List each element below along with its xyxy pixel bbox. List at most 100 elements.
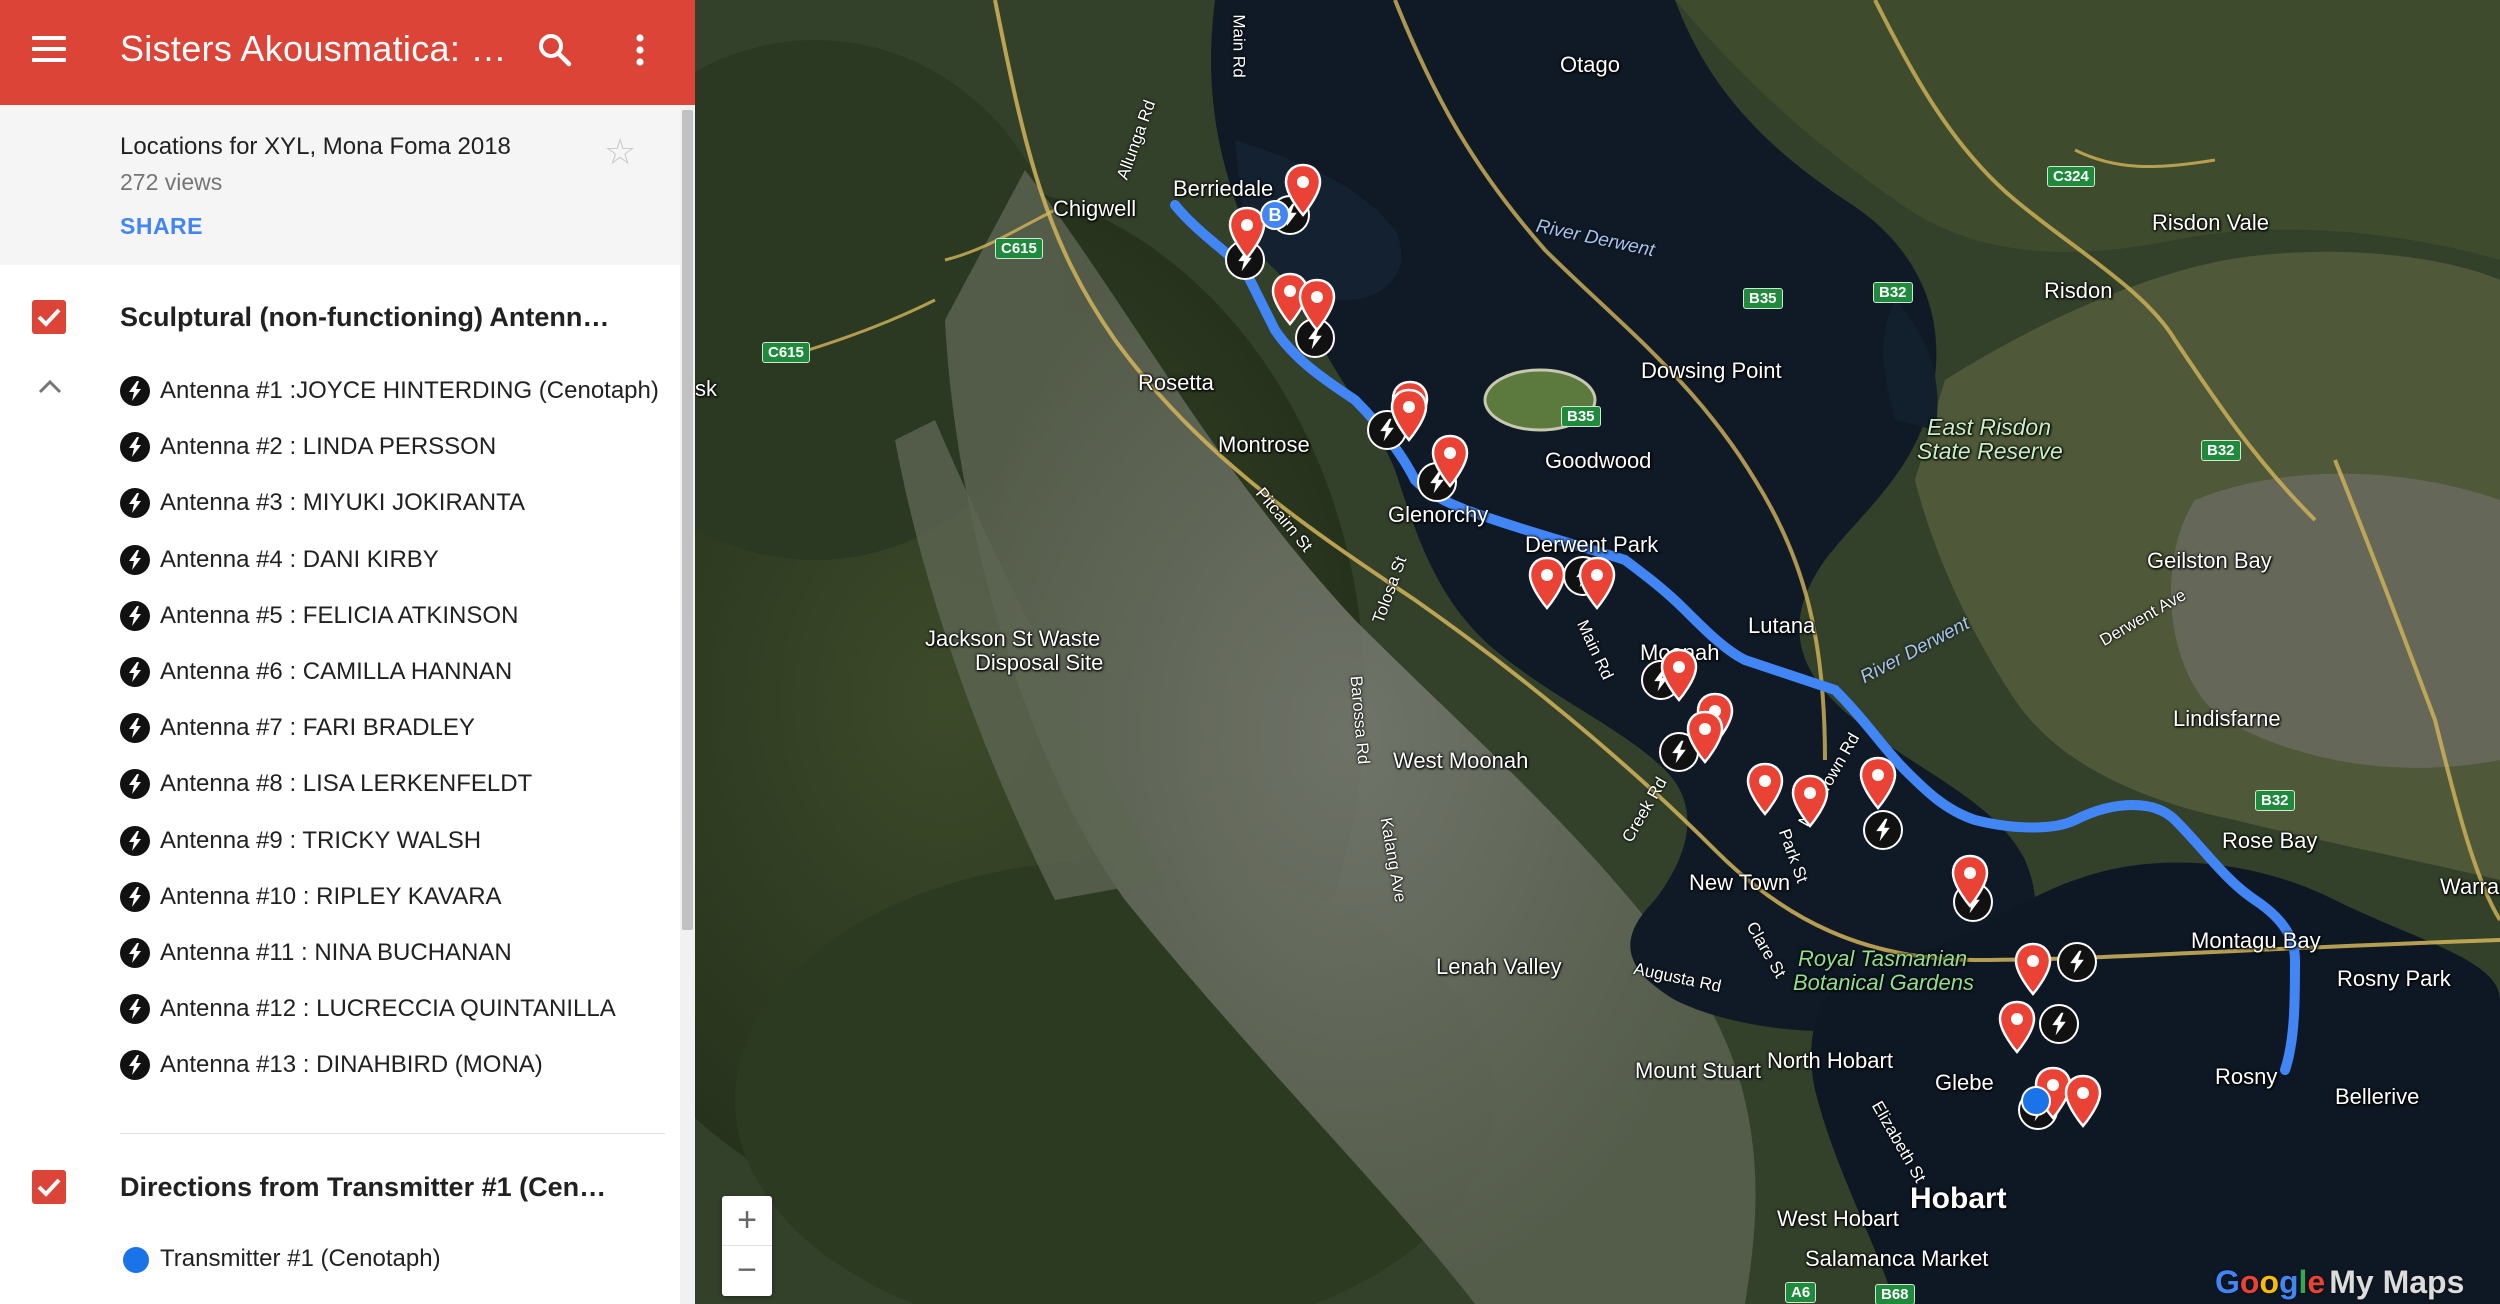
list-item-antenna-11[interactable]: Antenna #11 : NINA BUCHANAN xyxy=(120,936,660,976)
list-item-label: Antenna #12 : LUCRECCIA QUINTANILLA xyxy=(160,995,616,1023)
location-pin-marker-6[interactable] xyxy=(1389,388,1429,442)
place-lindisfarne: Lindisfarne xyxy=(2173,706,2281,731)
map-title: Sisters Akousmatica: XYL, Mona Foma 2018 xyxy=(120,28,520,69)
lightning-icon xyxy=(120,376,150,406)
place-rosny: Rosny xyxy=(2215,1064,2278,1089)
layer-title-directions: Directions from Transmitter #1 (Cenotaph… xyxy=(120,1172,620,1202)
place-botanical-2: Botanical Gardens xyxy=(1793,970,1974,995)
location-pin-marker-15[interactable] xyxy=(1858,756,1898,810)
place-hobart: Hobart xyxy=(1910,1182,2007,1215)
location-pin-marker-16[interactable] xyxy=(1950,854,1990,908)
list-item-antenna-7[interactable]: Antenna #7 : FARI BRADLEY xyxy=(120,711,660,751)
search-icon[interactable] xyxy=(535,30,575,70)
star-outline-icon[interactable]: ☆ xyxy=(604,131,636,173)
logo-letter: o xyxy=(2259,1264,2279,1300)
list-item-antenna-12[interactable]: Antenna #12 : LUCRECCIA QUINTANILLA xyxy=(120,992,660,1032)
list-item-label: Antenna #3 : MIYUKI JOKIRANTA xyxy=(160,489,526,517)
blue-dot-icon xyxy=(123,1247,149,1273)
place-geilston-bay: Geilston Bay xyxy=(2147,548,2272,573)
layer-header-directions[interactable]: Directions from Transmitter #1 (Cenotaph… xyxy=(0,1152,680,1222)
list-item-antenna-8[interactable]: Antenna #8 : LISA LERKENFELDT xyxy=(120,767,660,807)
location-pin-marker-10[interactable] xyxy=(1659,648,1699,702)
lightning-icon xyxy=(120,488,150,519)
location-pin-marker-17[interactable] xyxy=(2013,942,2053,996)
list-item-label: Antenna #7 : FARI BRADLEY xyxy=(160,714,475,742)
location-pin-marker-8[interactable] xyxy=(1527,556,1567,610)
place-rosetta: Rosetta xyxy=(1138,370,1214,395)
layer-title-antennas: Sculptural (non-functioning) Antenna ... xyxy=(120,302,620,332)
layer-checkbox-antennas[interactable] xyxy=(32,300,66,334)
list-item-label: Antenna #13 : DINAHBIRD (MONA) xyxy=(160,1051,543,1079)
chevron-up-icon[interactable] xyxy=(36,376,64,396)
logo-letter: o xyxy=(2239,1264,2260,1300)
list-item-antenna-9[interactable]: Antenna #9 : TRICKY WALSH xyxy=(120,824,660,864)
lightning-icon xyxy=(120,432,150,463)
list-item-antenna-4[interactable]: Antenna #4 : DANI KIRBY xyxy=(120,543,660,583)
route-start-marker[interactable] xyxy=(2021,1086,2051,1116)
lightning-icon xyxy=(120,544,150,575)
location-pin-marker-14[interactable] xyxy=(1790,774,1830,828)
place-derwent-park: Derwent Park xyxy=(1525,532,1659,557)
hamburger-menu-icon[interactable] xyxy=(32,36,66,62)
place-salamanca-market: Salamanca Market xyxy=(1805,1246,1989,1271)
map-canvas[interactable]: Otago Berriedale Chigwell Rosetta Montro… xyxy=(695,0,2500,1304)
place-rosny-park: Rosny Park xyxy=(2337,966,2451,991)
shield-b32a: B32 xyxy=(1873,282,1913,303)
place-berriedale: Berriedale xyxy=(1173,176,1274,201)
place-jackson-st-1: Jackson St Waste xyxy=(925,626,1101,651)
view-count: 272 views xyxy=(120,169,223,195)
list-item-antenna-6[interactable]: Antenna #6 : CAMILLA HANNAN xyxy=(120,655,660,695)
location-pin-marker-18[interactable] xyxy=(1997,1000,2037,1054)
place-dowsing-point: Dowsing Point xyxy=(1641,358,1782,383)
list-item-antenna-13[interactable]: Antenna #13 : DINAHBIRD (MONA) xyxy=(120,1048,660,1088)
location-pin-marker-9[interactable] xyxy=(1577,556,1617,610)
location-pin-marker-20[interactable] xyxy=(2063,1074,2103,1128)
shield-b35a: B35 xyxy=(1743,288,1783,309)
list-item-antenna-3[interactable]: Antenna #3 : MIYUKI JOKIRANTA xyxy=(120,486,660,526)
antenna-marker-11[interactable] xyxy=(2057,942,2097,982)
google-my-maps-logo: Google My Maps xyxy=(2215,1264,2464,1301)
place-jackson-st-2: Disposal Site xyxy=(975,650,1104,675)
lightning-icon xyxy=(120,769,150,800)
zoom-controls: + − xyxy=(722,1196,772,1296)
list-item-label: Antenna #11 : NINA BUCHANAN xyxy=(160,939,512,966)
list-item-antenna-5[interactable]: Antenna #5 : FELICIA ATKINSON xyxy=(120,599,660,639)
share-button[interactable]: SHARE xyxy=(120,213,203,240)
more-vert-icon[interactable] xyxy=(622,30,658,70)
list-item-label: Antenna #1 :JOYCE HINTERDING (Cenotaph) xyxy=(160,377,659,404)
list-item-transmitter[interactable]: Transmitter #1 (Cenotaph) xyxy=(120,1242,660,1282)
list-item-label: Antenna #4 : DANI KIRBY xyxy=(160,545,439,573)
place-east-risdon-2: State Reserve xyxy=(1917,438,2063,464)
place-bellerive: Bellerive xyxy=(2335,1084,2420,1109)
zoom-out-button[interactable]: − xyxy=(722,1246,772,1296)
list-item-antenna-2[interactable]: Antenna #2 : LINDA PERSSON xyxy=(120,430,660,470)
list-item-antenna-1[interactable]: Antenna #1 :JOYCE HINTERDING (Cenotaph) xyxy=(120,374,660,414)
logo-letter: e xyxy=(2307,1264,2326,1300)
route-end-marker[interactable]: B xyxy=(1260,200,1290,230)
list-item-label: Transmitter #1 (Cenotaph) xyxy=(160,1245,441,1272)
list-item-antenna-10[interactable]: Antenna #10 : RIPLEY KAVARA xyxy=(120,880,660,920)
lightning-icon xyxy=(120,657,150,687)
shield-b68: B68 xyxy=(1875,1284,1915,1304)
antenna-marker-12[interactable] xyxy=(2039,1004,2079,1044)
shield-a6: A6 xyxy=(1785,1282,1817,1303)
road-main-rd-top: Main Rd xyxy=(1229,14,1249,78)
place-edge-label: sk xyxy=(695,376,717,401)
layer-checkbox-directions[interactable] xyxy=(32,1170,66,1204)
shield-b32c: B32 xyxy=(2255,790,2295,811)
antenna-marker-9[interactable] xyxy=(1863,810,1903,850)
list-item-label: Antenna #8 : LISA LERKENFELDT xyxy=(160,770,533,798)
place-warrane: Warran xyxy=(2440,874,2500,899)
zoom-in-button[interactable]: + xyxy=(722,1196,772,1246)
sidebar: Sisters Akousmatica: XYL, Mona Foma 2018… xyxy=(0,0,695,1304)
location-pin-marker-13[interactable] xyxy=(1745,762,1785,816)
place-glebe: Glebe xyxy=(1935,1070,1994,1095)
location-pin-marker-4[interactable] xyxy=(1297,278,1337,332)
layer-header-antennas[interactable]: Sculptural (non-functioning) Antenna ... xyxy=(0,282,680,352)
location-pin-marker-12[interactable] xyxy=(1685,710,1725,764)
place-north-hobart: North Hobart xyxy=(1767,1048,1893,1073)
place-montrose: Montrose xyxy=(1218,432,1310,457)
sidebar-scrollbar[interactable] xyxy=(680,105,695,1304)
scrollbar-thumb[interactable] xyxy=(682,110,693,930)
location-pin-marker-7[interactable] xyxy=(1430,434,1470,488)
